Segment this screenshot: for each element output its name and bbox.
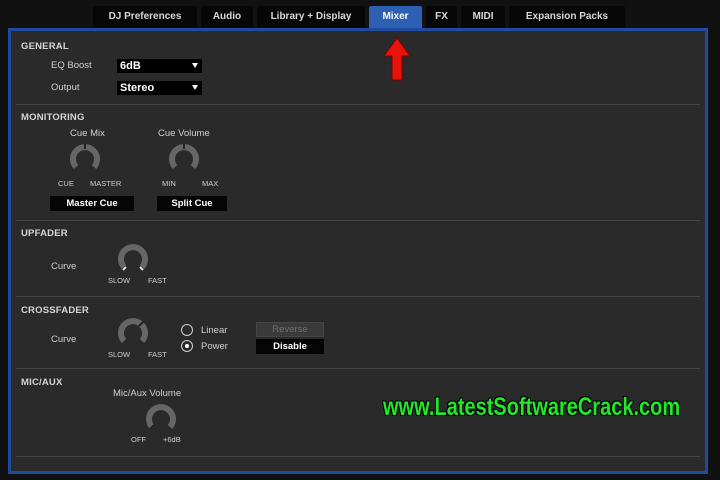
tab-dj-preferences[interactable]: DJ Preferences bbox=[93, 6, 197, 28]
split-cue-button[interactable]: Split Cue bbox=[157, 196, 227, 211]
red-arrow-icon bbox=[383, 37, 411, 81]
cue-mix-knob[interactable] bbox=[70, 143, 100, 173]
mic-aux-max-label: +6dB bbox=[163, 435, 181, 444]
watermark-text: www.LatestSoftwareCrack.com bbox=[383, 393, 681, 421]
eq-boost-label: EQ Boost bbox=[51, 60, 92, 71]
eq-boost-dropdown[interactable]: 6dB bbox=[117, 59, 202, 73]
linear-label: Linear bbox=[201, 325, 228, 336]
monitoring-section: MONITORING Cue Mix CUE MASTER Master Cue… bbox=[16, 105, 700, 221]
crossfader-min-label: SLOW bbox=[108, 350, 131, 359]
cue-volume-knob[interactable] bbox=[169, 143, 199, 173]
output-dropdown[interactable]: Stereo bbox=[117, 81, 202, 95]
upfader-curve-knob[interactable] bbox=[118, 243, 148, 273]
cue-mix-min-label: CUE bbox=[58, 179, 74, 188]
cue-mix-max-label: MASTER bbox=[90, 179, 122, 188]
mic-aux-volume-knob[interactable] bbox=[146, 403, 176, 433]
dropdown-arrow-icon bbox=[192, 85, 198, 90]
dropdown-arrow-icon bbox=[192, 63, 198, 68]
linear-radio[interactable] bbox=[181, 324, 193, 336]
tab-fx[interactable]: FX bbox=[426, 6, 457, 28]
master-cue-button[interactable]: Master Cue bbox=[50, 196, 134, 211]
cue-volume-max-label: MAX bbox=[202, 179, 219, 188]
section-title: MIC/AUX bbox=[21, 377, 63, 388]
mic-aux-min-label: OFF bbox=[131, 435, 146, 444]
section-title: UPFADER bbox=[21, 228, 68, 239]
output-label: Output bbox=[51, 82, 80, 93]
reverse-button[interactable]: Reverse bbox=[256, 322, 324, 337]
power-radio[interactable] bbox=[181, 340, 193, 352]
cue-volume-min-label: MIN bbox=[162, 179, 176, 188]
section-title: CROSSFADER bbox=[21, 305, 89, 316]
tab-mixer[interactable]: Mixer bbox=[369, 6, 422, 28]
upfader-section: UPFADER Curve SLOW FAST bbox=[16, 221, 700, 297]
tab-library-display[interactable]: Library + Display bbox=[257, 6, 365, 28]
section-title: GENERAL bbox=[21, 41, 69, 52]
crossfader-curve-knob[interactable] bbox=[118, 317, 148, 347]
cue-mix-label: Cue Mix bbox=[70, 128, 105, 139]
crossfader-section: CROSSFADER Curve SLOW FAST Linear Power … bbox=[16, 297, 700, 369]
crossfader-curve-label: Curve bbox=[51, 334, 77, 345]
disable-button[interactable]: Disable bbox=[256, 339, 324, 354]
tab-bar: DJ Preferences Audio Library + Display M… bbox=[0, 6, 720, 28]
output-value: Stereo bbox=[120, 82, 155, 94]
upfader-min-label: SLOW bbox=[108, 276, 131, 285]
upfader-max-label: FAST bbox=[148, 276, 167, 285]
general-section: GENERAL EQ Boost 6dB Output Stereo bbox=[16, 34, 700, 105]
power-label: Power bbox=[201, 341, 228, 352]
tab-audio[interactable]: Audio bbox=[201, 6, 253, 28]
crossfader-max-label: FAST bbox=[148, 350, 167, 359]
tab-midi[interactable]: MIDI bbox=[461, 6, 505, 28]
tab-expansion-packs[interactable]: Expansion Packs bbox=[509, 6, 625, 28]
upfader-curve-label: Curve bbox=[51, 261, 77, 272]
mic-aux-volume-label: Mic/Aux Volume bbox=[113, 388, 182, 399]
cue-volume-label: Cue Volume bbox=[158, 128, 210, 139]
section-title: MONITORING bbox=[21, 112, 85, 123]
eq-boost-value: 6dB bbox=[120, 60, 141, 72]
